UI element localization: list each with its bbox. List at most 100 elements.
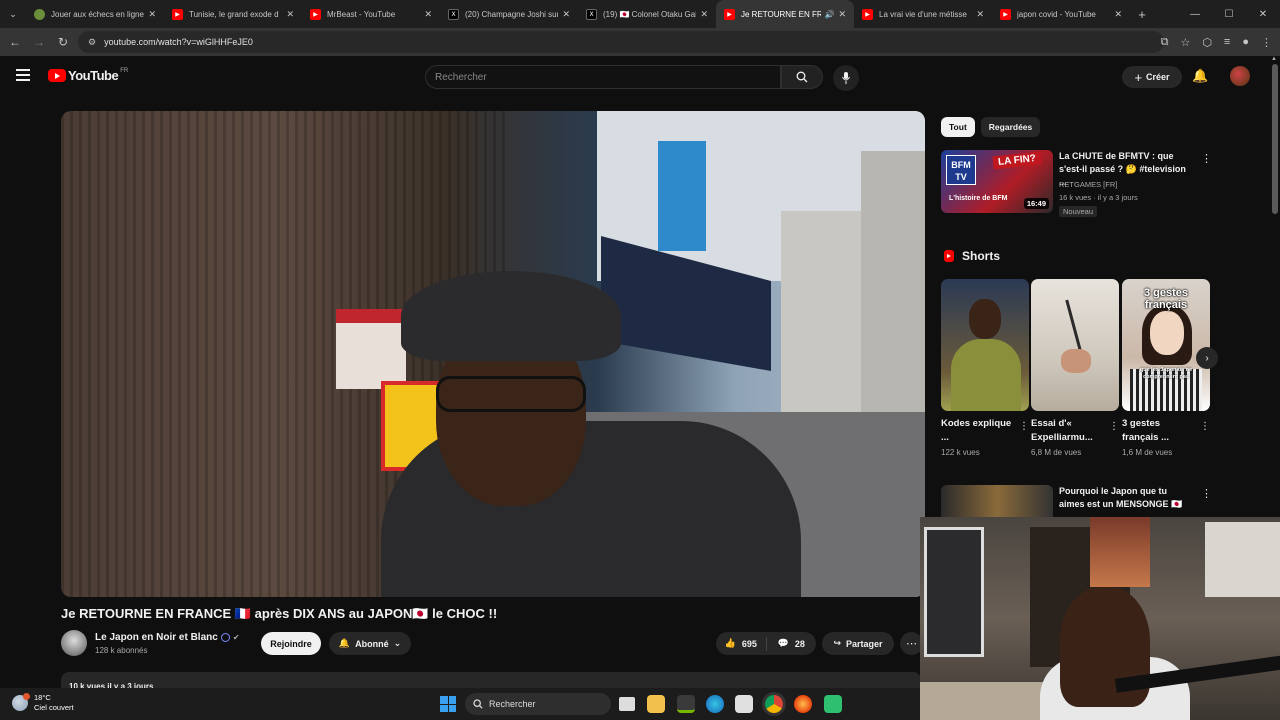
short-title: 3 gestes français ... — [1122, 418, 1169, 443]
short-item[interactable]: Kodes explique ... 122 k vues ⋮ — [941, 279, 1029, 457]
browser-tab[interactable]: X (19) 🇯🇵 Colonel Otaku Gal ✕ — [578, 0, 716, 28]
reload-icon[interactable]: ↻ — [51, 30, 75, 54]
green-app-icon[interactable] — [824, 695, 842, 713]
forward-icon[interactable]: → — [27, 30, 51, 54]
share-button[interactable]: ↪ Partager — [822, 632, 894, 655]
new-tab-button[interactable]: + — [1130, 7, 1154, 22]
scrollbar-thumb[interactable] — [1272, 64, 1278, 214]
recommended-channel[interactable]: RETGAMES [FR] — [1059, 180, 1117, 189]
youtube-logo[interactable]: YouTube FR — [48, 68, 128, 83]
channel-name[interactable]: Le Japon en Noir et Blanc ✔ — [95, 632, 240, 643]
browser-tab[interactable]: ▶ japon covid - YouTube ✕ — [992, 0, 1130, 28]
join-button[interactable]: Rejoindre — [261, 632, 321, 655]
recommended-video[interactable]: BFM TV LA FIN? L'histoire de BFM 16:49 L… — [941, 150, 1212, 217]
like-button[interactable]: 👍 695 — [716, 636, 767, 651]
more-options-icon[interactable]: ⋮ — [1201, 487, 1212, 500]
short-overlay-text: 3 gestes français — [1143, 287, 1189, 311]
bookmark-star-icon[interactable]: ☆ — [1180, 36, 1190, 49]
tab-search-icon[interactable]: ⌄ — [0, 0, 26, 28]
short-subtitle-text: que les Japonais ne comprennent pas — [1139, 367, 1193, 380]
firefox-icon[interactable] — [794, 695, 812, 713]
more-options-icon[interactable]: ⋮ — [1019, 421, 1029, 432]
video-player[interactable] — [61, 111, 925, 597]
weather-widget[interactable]: 18°C Ciel couvert — [12, 693, 74, 713]
recommended-video[interactable]: Pourquoi le Japon que tu aimes est un ME… — [941, 485, 1212, 520]
browser-tab[interactable]: Jouer aux échecs en ligne ✕ — [26, 0, 164, 28]
short-thumbnail[interactable] — [941, 279, 1029, 411]
browser-tab[interactable]: ▶ MrBeast - YouTube ✕ — [302, 0, 440, 28]
scroll-up-icon[interactable]: ▲ — [1271, 56, 1277, 62]
more-options-icon[interactable]: ⋮ — [1200, 421, 1210, 432]
close-window-icon[interactable]: ✕ — [1246, 0, 1280, 28]
windows-start-icon[interactable] — [440, 696, 456, 712]
comment-icon: 💬 — [777, 638, 789, 648]
create-button[interactable]: + Créer — [1122, 66, 1182, 88]
video-thumbnail[interactable]: BFM TV LA FIN? L'histoire de BFM 16:49 — [941, 150, 1053, 213]
chip-regardees[interactable]: Regardées — [980, 117, 1041, 137]
back-icon[interactable]: ← — [3, 30, 27, 54]
shorts-icon — [944, 250, 954, 262]
cast-icon[interactable]: ⧉ — [1161, 36, 1169, 49]
close-icon[interactable]: ✕ — [148, 9, 156, 20]
close-icon[interactable]: ✕ — [1114, 9, 1122, 20]
comments-button[interactable]: 💬 28 — [767, 638, 817, 649]
browser-tab-active[interactable]: ▶ Je RETOURNE EN FR 🔊 ✕ — [716, 0, 854, 28]
windows-taskbar: 18°C Ciel couvert Rechercher — [0, 688, 920, 720]
close-icon[interactable]: ✕ — [562, 9, 570, 20]
close-icon[interactable]: ✕ — [424, 9, 432, 20]
short-thumbnail[interactable] — [1031, 279, 1119, 411]
close-icon[interactable]: ✕ — [286, 9, 294, 20]
task-view-icon[interactable] — [619, 697, 635, 711]
minimize-icon[interactable]: — — [1178, 0, 1212, 28]
close-icon[interactable]: ✕ — [976, 9, 984, 20]
browser-tab-bar: ⌄ Jouer aux échecs en ligne ✕ ▶ Tunisie,… — [0, 0, 1280, 28]
more-options-icon[interactable]: ⋮ — [1201, 152, 1212, 165]
short-item[interactable]: Essai d'« Expelliarmu... 6,8 M de vues ⋮ — [1031, 279, 1119, 457]
browser-tab[interactable]: ▶ Tunisie, le grand exode d ✕ — [164, 0, 302, 28]
profile-icon[interactable]: ● — [1242, 36, 1249, 48]
short-title: Kodes explique ... — [941, 418, 1012, 443]
share-label: Partager — [846, 638, 883, 649]
page-scrollbar[interactable]: ▲ — [1270, 56, 1280, 516]
menu-icon[interactable] — [16, 69, 30, 81]
edge-icon[interactable] — [706, 695, 724, 713]
shorts-title: Shorts — [962, 249, 1001, 263]
recommended-title[interactable]: Pourquoi le Japon que tu aimes est un ME… — [1059, 485, 1194, 511]
more-options-icon[interactable]: ⋮ — [1109, 421, 1119, 432]
audio-icon[interactable]: 🔊 — [824, 10, 834, 19]
notifications-bell-icon[interactable]: 🔔 — [1192, 68, 1208, 84]
chrome-icon[interactable] — [765, 695, 783, 713]
youtube-header: YouTube FR Rechercher + Créer 🔔 — [0, 56, 1270, 98]
voice-search-button[interactable] — [833, 65, 859, 91]
short-thumbnail[interactable]: 3 gestes français que les Japonais ne co… — [1122, 279, 1210, 411]
media-control-icon[interactable]: ≡ — [1224, 36, 1230, 48]
url-input[interactable]: ⚙ youtube.com/watch?v=wiGlHHFeJE0 — [78, 31, 1164, 53]
thumbnail-overlay-text: LA FIN? — [992, 151, 1042, 170]
site-info-icon[interactable]: ⚙ — [88, 37, 96, 48]
search-input[interactable]: Rechercher — [425, 65, 781, 89]
taskbar-search[interactable]: Rechercher — [465, 693, 611, 715]
browser-tab[interactable]: ▶ La vrai vie d'une métisse ✕ — [854, 0, 992, 28]
search-button[interactable] — [781, 65, 823, 89]
browser-menu-icon[interactable]: ⋮ — [1261, 36, 1272, 49]
chip-tout[interactable]: Tout — [941, 117, 975, 137]
youtube-icon: ▶ — [724, 8, 735, 20]
subscribed-button[interactable]: 🔔 Abonné ⌄ — [329, 632, 411, 655]
shorts-next-chevron-icon[interactable]: › — [1196, 347, 1218, 369]
maximize-icon[interactable]: ☐ — [1212, 0, 1246, 28]
subscribed-label: Abonné — [355, 638, 389, 649]
extensions-icon[interactable]: ⬡ — [1202, 36, 1212, 49]
account-avatar[interactable] — [1230, 66, 1250, 86]
close-icon[interactable]: ✕ — [700, 9, 708, 20]
nvidia-icon[interactable] — [677, 695, 695, 713]
bfm-logo: BFM TV — [946, 155, 976, 185]
store-icon[interactable] — [735, 695, 753, 713]
video-thumbnail[interactable] — [941, 485, 1053, 520]
short-item[interactable]: 3 gestes français que les Japonais ne co… — [1122, 279, 1210, 457]
logo-text: YouTube — [68, 68, 119, 83]
taskbar-search-label: Rechercher — [489, 699, 536, 709]
channel-avatar[interactable] — [61, 630, 87, 656]
file-explorer-icon[interactable] — [647, 695, 665, 713]
close-icon[interactable]: ✕ — [838, 9, 846, 20]
browser-tab[interactable]: X (20) Champagne Joshi sur ✕ — [440, 0, 578, 28]
